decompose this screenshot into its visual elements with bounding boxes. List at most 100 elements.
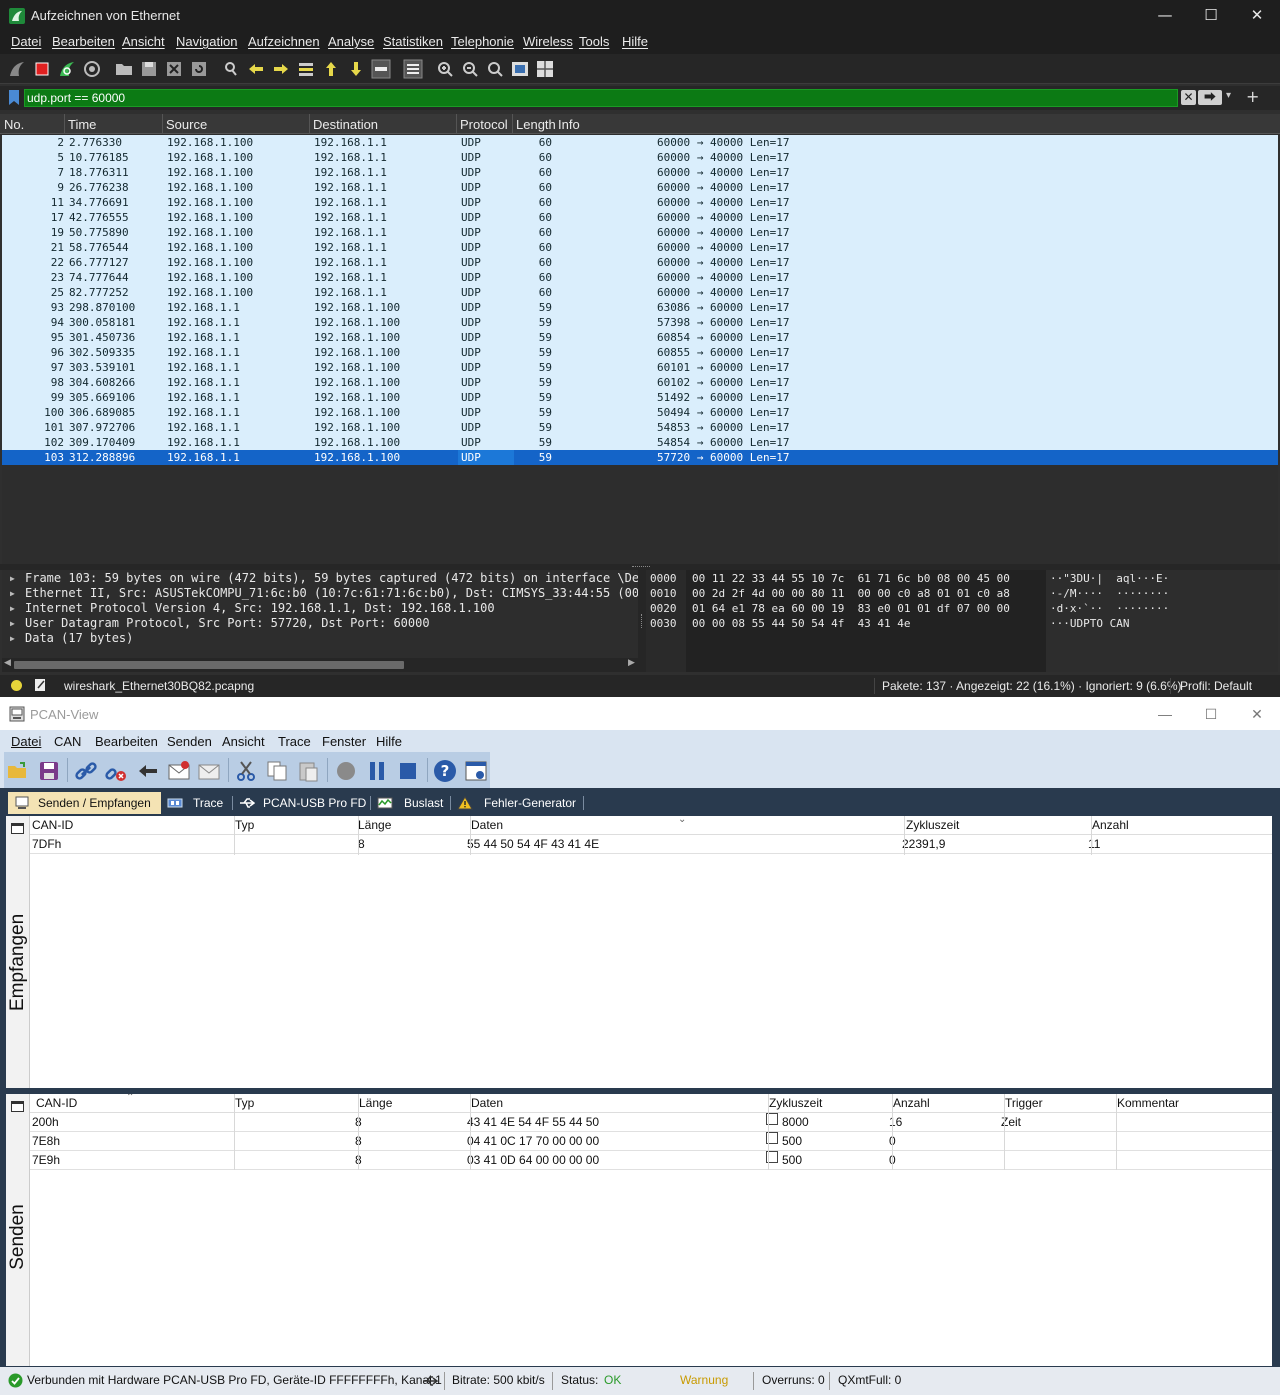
pause-icon[interactable]: [365, 759, 389, 783]
packet-row[interactable]: 101 307.972706 192.168.1.1 192.168.1.100 UDP…: [2, 420, 1278, 435]
expert-info-icon[interactable]: [11, 680, 22, 691]
detail-ipv4[interactable]: ▶ Internet Protocol Version 4, Src: 192.1…: [2, 601, 638, 616]
packet-row[interactable]: 95 301.450736 192.168.1.1 192.168.1.100 UDP 5…: [2, 330, 1278, 345]
col-typ[interactable]: Typ: [235, 1094, 254, 1113]
transmit-row[interactable]: 7E8h 8 04 41 0C 17 70 00 00 00 500 0: [30, 1132, 1272, 1151]
minimize-button[interactable]: —: [1145, 703, 1185, 725]
save-icon[interactable]: [37, 759, 61, 783]
menu-hilfe[interactable]: Hilfe: [622, 34, 648, 49]
paste-icon[interactable]: [296, 759, 320, 783]
reset-icon[interactable]: [136, 759, 160, 783]
edit-comment-icon[interactable]: [34, 678, 47, 692]
add-filter-button[interactable]: +: [1246, 87, 1259, 106]
packet-row[interactable]: 98 304.608266 192.168.1.1 192.168.1.100 UDP 5…: [2, 375, 1278, 390]
col-destination[interactable]: Destination: [313, 117, 378, 132]
reload-file-icon[interactable]: [189, 59, 209, 79]
packet-row[interactable]: 7 18.776311 192.168.1.100 192.168.1.1 UDP 60 6…: [2, 165, 1278, 180]
display-filter-input[interactable]: udp.port == 60000: [24, 89, 1178, 107]
col-can-id[interactable]: CAN-ID: [32, 816, 73, 835]
autoscroll-icon[interactable]: [371, 59, 391, 79]
packet-row[interactable]: 94 300.058181 192.168.1.1 192.168.1.100 UDP 5…: [2, 315, 1278, 330]
menu-can[interactable]: CAN: [54, 734, 81, 749]
menu-bearbeiten[interactable]: Bearbeiten: [52, 34, 115, 49]
window-icon[interactable]: [11, 823, 24, 834]
tab-trace[interactable]: Trace: [161, 792, 233, 814]
cut-icon[interactable]: [234, 759, 258, 783]
packet-row[interactable]: 103 312.288896 192.168.1.1 192.168.1.100 UDP…: [2, 450, 1278, 465]
menu-analyse[interactable]: Analyse: [328, 34, 374, 49]
col-anzahl[interactable]: Anzahl: [893, 1094, 930, 1113]
packet-row[interactable]: 93 298.870100 192.168.1.1 192.168.1.100 UDP 5…: [2, 300, 1278, 315]
zoom-out-icon[interactable]: [460, 59, 480, 79]
menu-datei[interactable]: Datei: [11, 734, 41, 749]
hex-ascii[interactable]: ·-/M···· ········: [1050, 586, 1169, 601]
connect-icon[interactable]: [74, 759, 98, 783]
packet-row[interactable]: 22 66.777127 192.168.1.100 192.168.1.1 UDP 60…: [2, 255, 1278, 270]
packet-row[interactable]: 25 82.777252 192.168.1.100 192.168.1.1 UDP 60…: [2, 285, 1278, 300]
about-icon[interactable]: [464, 759, 488, 783]
packet-row[interactable]: 5 10.776185 192.168.1.100 192.168.1.1 UDP 60 6…: [2, 150, 1278, 165]
stop-capture-icon[interactable]: [32, 59, 52, 79]
details-horizontal-scrollbar[interactable]: ◀ ▶: [2, 658, 638, 672]
transmit-row[interactable]: 200h 8 43 41 4E 54 4F 55 44 50 8000 16 Z…: [30, 1113, 1272, 1132]
window-icon[interactable]: [11, 1101, 24, 1112]
hex-ascii[interactable]: ··"3DU·| aql···E·: [1050, 571, 1169, 586]
hex-bytes[interactable]: 00 2d 2f 4d 00 00 80 11 00 00 c0 a8 01 0…: [692, 586, 1010, 601]
expand-arrow-icon[interactable]: ▶: [10, 601, 15, 616]
tab-pcan-usb-pro-fd[interactable]: PCAN-USB Pro FD: [233, 792, 371, 814]
expand-arrow-icon[interactable]: ▶: [10, 616, 15, 631]
menu-telephonie[interactable]: Telephonie: [451, 34, 514, 49]
last-packet-icon[interactable]: [346, 59, 366, 79]
new-message-icon[interactable]: [167, 759, 191, 783]
menu-senden[interactable]: Senden: [167, 734, 212, 749]
col-info[interactable]: Info: [558, 117, 580, 132]
menu-trace[interactable]: Trace: [278, 734, 311, 749]
packet-row[interactable]: 102 309.170409 192.168.1.1 192.168.1.100 UDP…: [2, 435, 1278, 450]
menu-aufzeichnen[interactable]: Aufzeichnen: [248, 34, 320, 49]
close-button[interactable]: ✕: [1237, 703, 1277, 725]
detail-frame[interactable]: ▶ Frame 103: 59 bytes on wire (472 bits),…: [2, 571, 638, 586]
expand-arrow-icon[interactable]: ▶: [10, 571, 15, 586]
tab-buslast[interactable]: Buslast: [371, 792, 451, 814]
tab-senden-empfangen[interactable]: Senden / Empfangen: [8, 792, 161, 814]
receive-row[interactable]: 7DFh 8 55 44 50 54 4F 43 41 4E 22391,9 1…: [30, 835, 1272, 854]
find-packet-icon[interactable]: [221, 59, 241, 79]
copy-icon[interactable]: [265, 759, 289, 783]
open-folder-icon[interactable]: [6, 759, 30, 783]
close-button[interactable]: ✕: [1234, 4, 1280, 28]
detail-data[interactable]: ▶ Data (17 bytes): [2, 631, 638, 646]
hex-bytes[interactable]: 00 11 22 33 44 55 10 7c 61 71 6c b0 08 0…: [692, 571, 1010, 586]
details-bytes-splitter[interactable]: [638, 570, 646, 672]
filter-history-dropdown[interactable]: ▾: [1226, 90, 1231, 101]
maximize-button[interactable]: ☐: [1191, 703, 1231, 725]
packet-row[interactable]: 96 302.509335 192.168.1.1 192.168.1.100 UDP 5…: [2, 345, 1278, 360]
edit-message-icon[interactable]: [197, 759, 221, 783]
col-zykluszeit[interactable]: Zykluszeit: [906, 816, 959, 835]
menu-ansicht[interactable]: Ansicht: [122, 34, 165, 49]
transmit-row[interactable]: 7E9h 8 03 41 0D 64 00 00 00 00 500 0: [30, 1151, 1272, 1170]
maximize-button[interactable]: ☐: [1188, 4, 1234, 28]
go-forward-icon[interactable]: [271, 59, 291, 79]
packet-row[interactable]: 100 306.689085 192.168.1.1 192.168.1.100 UDP…: [2, 405, 1278, 420]
tab-fehler-generator[interactable]: Fehler-Generator: [451, 792, 584, 814]
scroll-left-icon[interactable]: ◀: [4, 658, 11, 668]
menu-statistiken[interactable]: Statistiken: [383, 34, 443, 49]
scroll-right-icon[interactable]: ▶: [628, 658, 635, 668]
close-file-icon[interactable]: [164, 59, 184, 79]
col-length[interactable]: Length: [516, 117, 556, 132]
col-laenge[interactable]: Länge: [358, 816, 391, 835]
go-to-packet-icon[interactable]: [296, 59, 316, 79]
colorize-icon[interactable]: [403, 59, 423, 79]
hex-bytes[interactable]: 00 00 08 55 44 50 54 4f 43 41 4e: [692, 616, 911, 631]
col-zykluszeit[interactable]: Zykluszeit: [769, 1094, 822, 1113]
col-anzahl[interactable]: Anzahl: [1092, 816, 1129, 835]
col-trigger[interactable]: Trigger: [1005, 1094, 1043, 1113]
layout-icon[interactable]: [535, 59, 555, 79]
menu-fenster[interactable]: Fenster: [322, 734, 366, 749]
menu-ansicht[interactable]: Ansicht: [222, 734, 265, 749]
menu-tools[interactable]: Tools: [579, 34, 609, 49]
normal-size-icon[interactable]: [485, 59, 505, 79]
disconnect-icon[interactable]: [104, 759, 128, 783]
resize-columns-icon[interactable]: [510, 59, 530, 79]
packet-row[interactable]: 19 50.775890 192.168.1.100 192.168.1.1 UDP 60…: [2, 225, 1278, 240]
